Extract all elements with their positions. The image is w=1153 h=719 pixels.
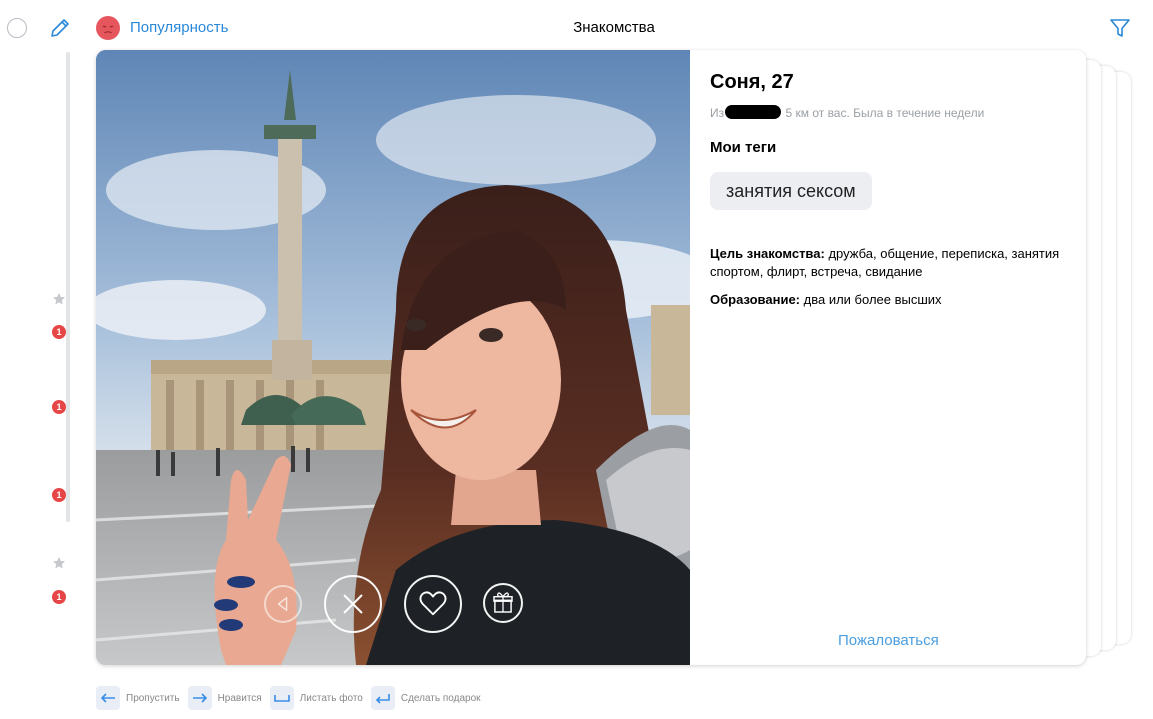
unread-badge[interactable]: 1 xyxy=(52,325,66,339)
unread-badge[interactable]: 1 xyxy=(52,400,66,414)
unread-badge[interactable]: 1 xyxy=(52,590,66,604)
enter-key-icon xyxy=(370,686,395,710)
location-prefix: Из xyxy=(710,106,725,120)
goal-label: Цель знакомства: xyxy=(710,246,825,261)
dating-goal: Цель знакомства: дружба, общение, перепи… xyxy=(710,245,1070,281)
report-link[interactable]: Пожаловаться xyxy=(838,632,939,649)
rail-scrollbar[interactable] xyxy=(66,52,70,522)
space-key-icon xyxy=(269,686,294,710)
profile-tag[interactable]: занятия сексом xyxy=(710,172,872,210)
page-title: Знакомства xyxy=(573,19,655,36)
unread-badge[interactable]: 1 xyxy=(52,488,66,502)
tags-title: Мои теги xyxy=(710,139,777,156)
profile-name-age: Соня, 27 xyxy=(710,71,794,93)
location-distance: 5 км от вас. Была в течение недели xyxy=(785,106,985,120)
star-icon[interactable] xyxy=(52,292,66,306)
education: Образование: два или более высших xyxy=(710,291,942,309)
education-label: Образование: xyxy=(710,292,801,307)
star-icon[interactable] xyxy=(52,556,66,570)
arrow-left-icon xyxy=(96,686,120,710)
profile-card: Соня, 27 Из 5 км от вас. Была в течение … xyxy=(96,50,1086,665)
redacted-location xyxy=(725,105,782,119)
arrow-right-icon xyxy=(187,686,212,710)
filter-icon[interactable] xyxy=(1108,16,1132,40)
hotkey-label: Пропустить xyxy=(126,692,180,704)
gift-button[interactable] xyxy=(483,583,523,623)
skip-button[interactable] xyxy=(324,575,382,633)
profile-photo[interactable] xyxy=(96,50,690,665)
hotkey-label: Листать фото xyxy=(299,692,363,704)
hotkeys-bar: Пропустить Нравится Листать фото Сделать… xyxy=(96,685,489,711)
profile-location: Из 5 км от вас. Была в течение недели xyxy=(710,105,984,120)
education-value: два или более высших xyxy=(803,292,942,307)
hotkey-label: Нравится xyxy=(217,692,262,704)
hotkey-label: Сделать подарок xyxy=(400,692,481,704)
previous-photo-button[interactable] xyxy=(264,585,302,623)
like-button[interactable] xyxy=(404,575,462,633)
